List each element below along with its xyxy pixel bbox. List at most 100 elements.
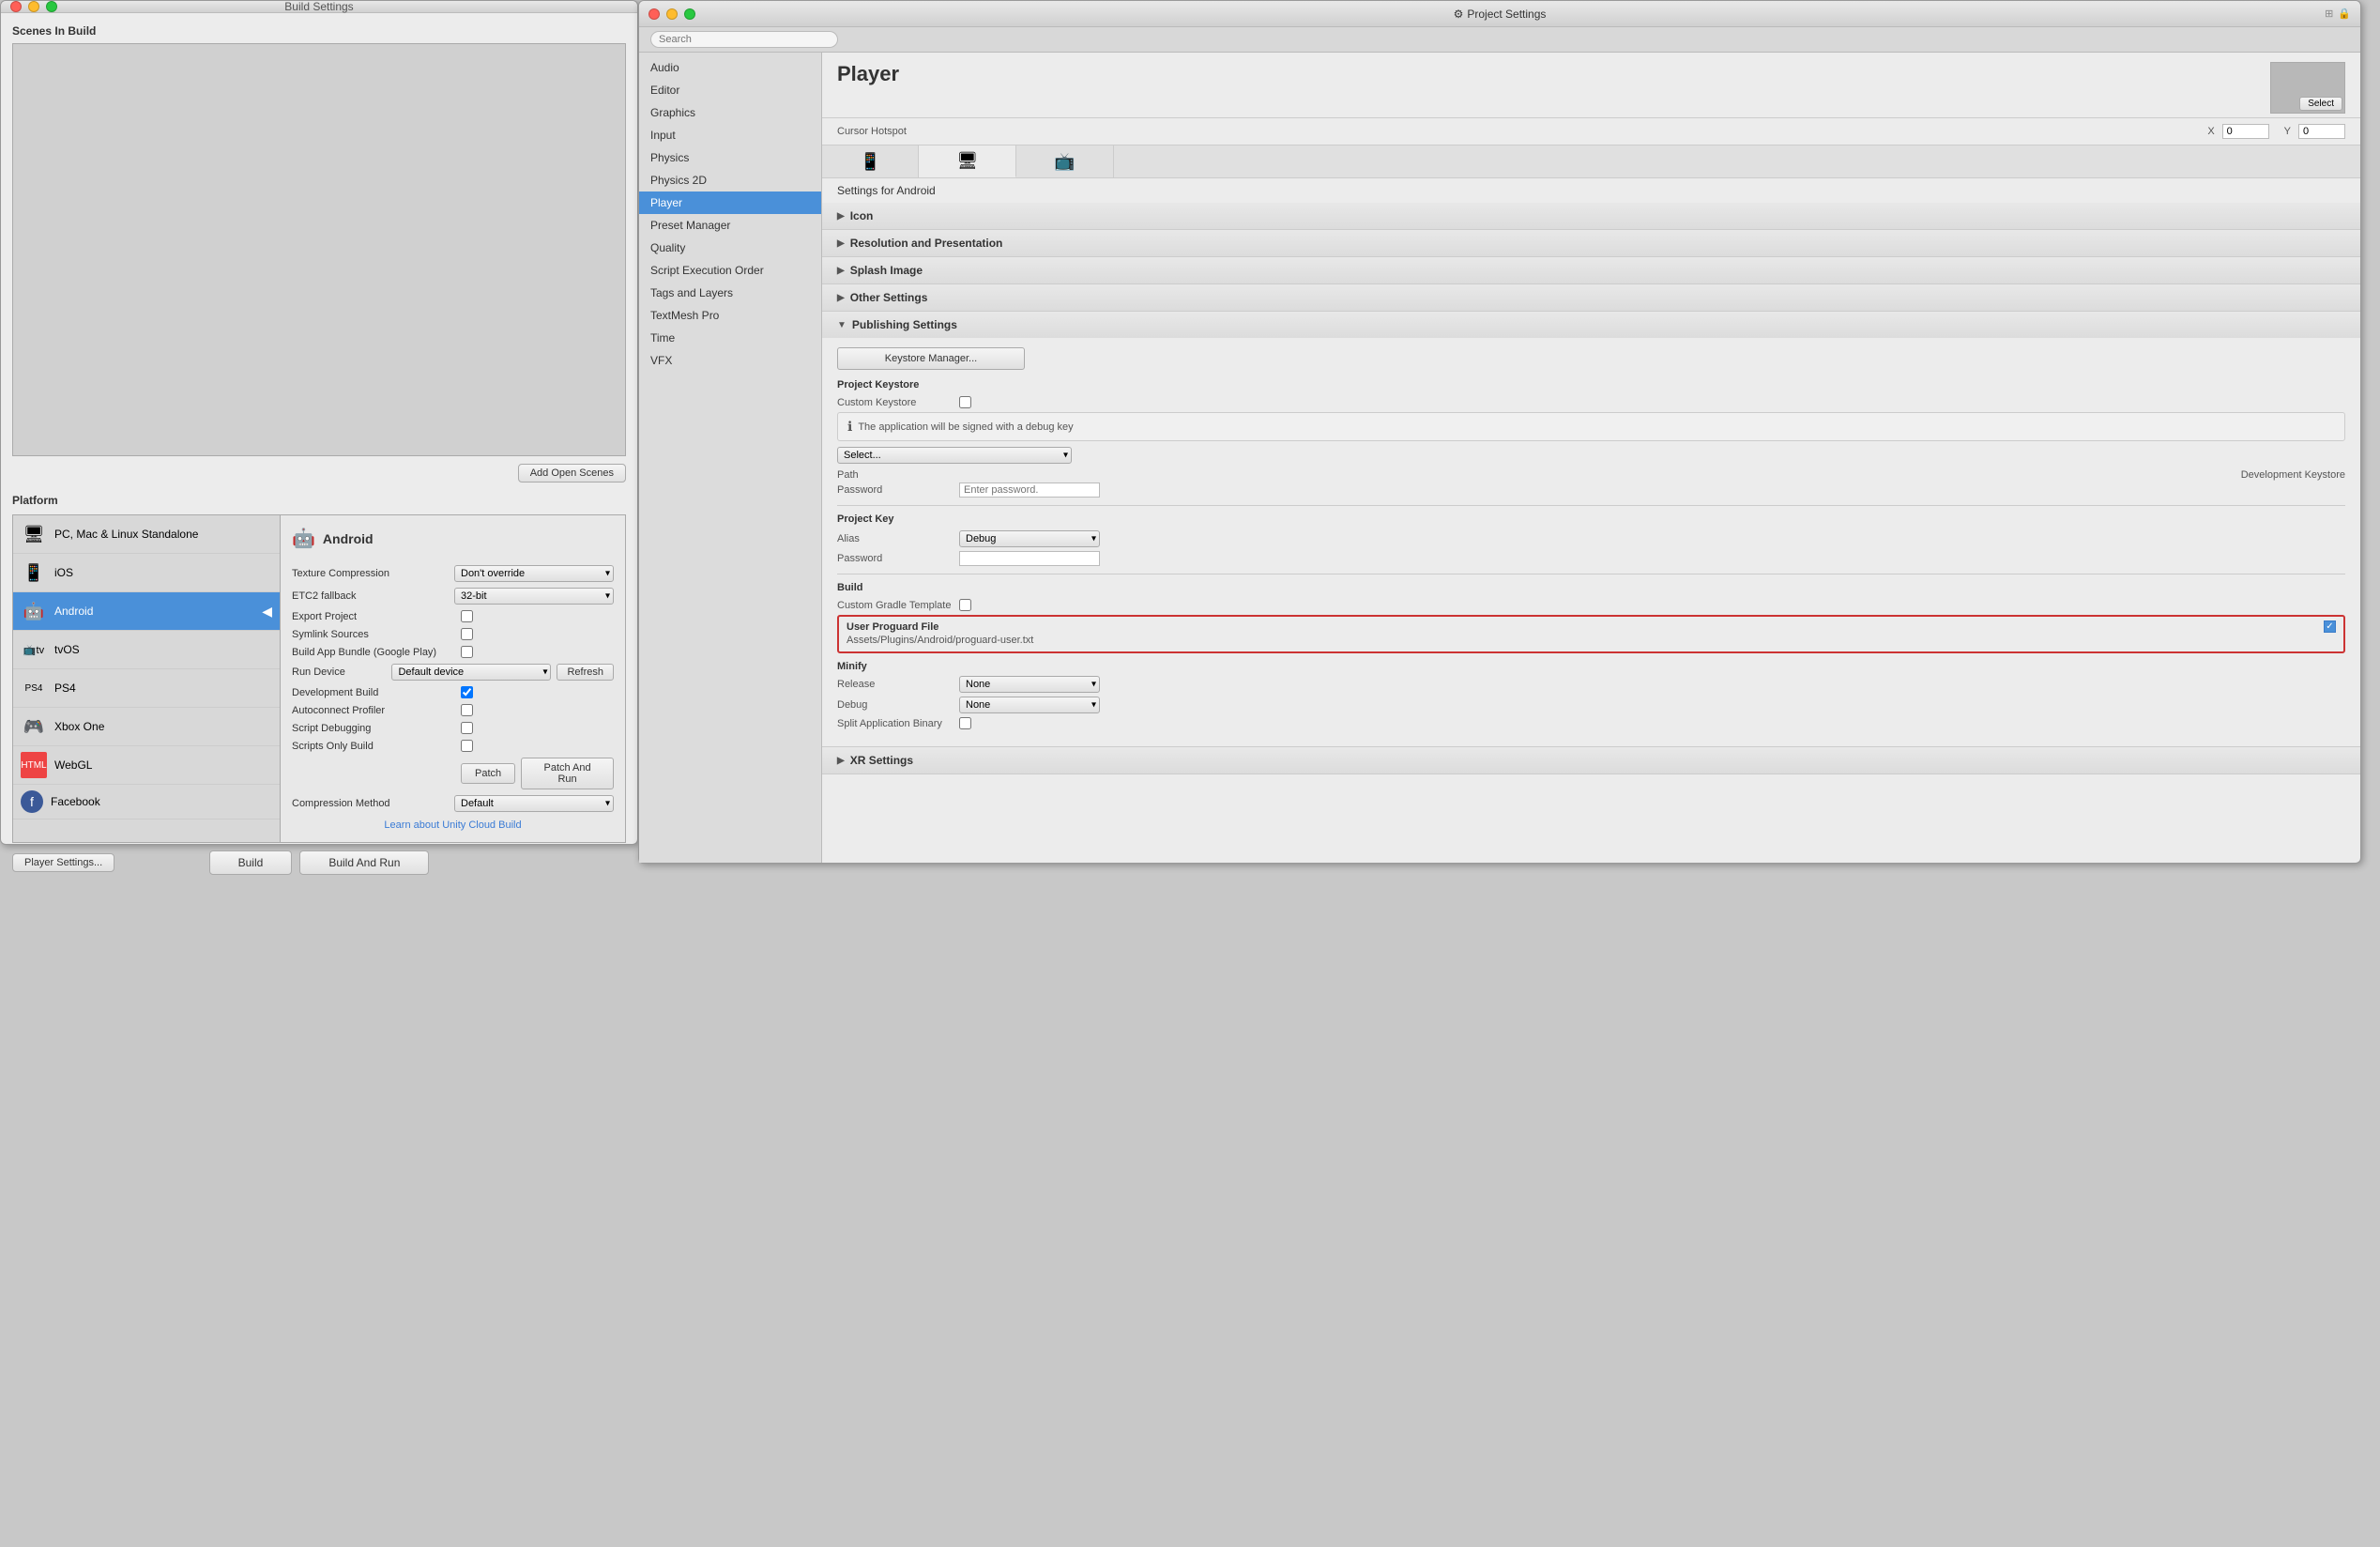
- build-and-run-button[interactable]: Build And Run: [299, 850, 429, 875]
- xbox-label: Xbox One: [54, 720, 104, 733]
- icon-collapse-header[interactable]: ▶ Icon: [822, 203, 2360, 229]
- ps-minimize-button[interactable]: [666, 8, 678, 20]
- proguard-path: Assets/Plugins/Android/proguard-user.txt: [847, 633, 2336, 648]
- nav-item-editor[interactable]: Editor: [639, 79, 821, 101]
- tab-mobile[interactable]: 📱: [822, 146, 919, 177]
- run-device-select[interactable]: Default device: [391, 664, 551, 681]
- custom-keystore-checkbox[interactable]: [959, 396, 971, 408]
- minimize-button[interactable]: [28, 1, 39, 12]
- nav-item-preset-manager[interactable]: Preset Manager: [639, 214, 821, 237]
- build-app-bundle-checkbox[interactable]: [461, 646, 473, 658]
- minify-title: Minify: [837, 661, 2345, 672]
- patch-button[interactable]: Patch: [461, 763, 515, 784]
- keystore-dropdown[interactable]: Select...: [837, 447, 1072, 464]
- splash-collapse-header[interactable]: ▶ Splash Image: [822, 257, 2360, 283]
- nav-item-input[interactable]: Input: [639, 124, 821, 146]
- other-settings-collapse-header[interactable]: ▶ Other Settings: [822, 284, 2360, 311]
- cloud-build-link[interactable]: Learn about Unity Cloud Build: [292, 819, 614, 831]
- maximize-button[interactable]: [46, 1, 57, 12]
- project-key-title: Project Key: [837, 513, 2345, 525]
- development-build-row: Development Build: [292, 686, 614, 698]
- autoconnect-profiler-checkbox[interactable]: [461, 704, 473, 716]
- tab-tablet[interactable]: 🖥: [919, 146, 1016, 177]
- nav-item-player[interactable]: Player: [639, 191, 821, 214]
- ps-player-header: Player Select: [822, 53, 2360, 118]
- platform-item-facebook[interactable]: f Facebook: [13, 785, 280, 819]
- etc2-fallback-select[interactable]: 32-bit: [454, 588, 614, 605]
- publishing-collapse-header[interactable]: ▼ Publishing Settings: [822, 312, 2360, 338]
- x-input[interactable]: [2222, 124, 2269, 139]
- nav-item-time[interactable]: Time: [639, 327, 821, 349]
- tab-tv[interactable]: 📺: [1016, 146, 1113, 177]
- icon-collapse-arrow: ▶: [837, 211, 845, 222]
- split-app-binary-checkbox[interactable]: [959, 717, 971, 729]
- proguard-checkbox[interactable]: ✓: [2324, 620, 2336, 633]
- platform-item-xbox[interactable]: 🎮 Xbox One: [13, 708, 280, 746]
- ps-search-input[interactable]: [650, 31, 838, 48]
- build-settings-content: Scenes In Build Add Open Scenes Platform…: [1, 13, 637, 886]
- development-build-checkbox[interactable]: [461, 686, 473, 698]
- ps-close-button[interactable]: [648, 8, 660, 20]
- custom-gradle-checkbox[interactable]: [959, 599, 971, 611]
- build-button[interactable]: Build: [209, 850, 293, 875]
- xr-settings-collapse-header[interactable]: ▶ XR Settings: [822, 747, 2360, 774]
- minify-debug-select[interactable]: None: [959, 697, 1100, 713]
- symlink-sources-checkbox[interactable]: [461, 628, 473, 640]
- nav-item-quality[interactable]: Quality: [639, 237, 821, 259]
- refresh-button[interactable]: Refresh: [557, 664, 614, 681]
- build-section-title: Build: [837, 582, 2345, 593]
- texture-compression-select[interactable]: Don't override: [454, 565, 614, 582]
- ps-scrollable-content: ▶ Icon ▶ Resolution and Presentation ▶ S: [822, 203, 2360, 863]
- close-button[interactable]: [10, 1, 22, 12]
- webgl-label: WebGL: [54, 758, 92, 772]
- patch-row: Patch Patch And Run: [461, 758, 614, 789]
- nav-item-textmesh-pro[interactable]: TextMesh Pro: [639, 304, 821, 327]
- export-project-checkbox[interactable]: [461, 610, 473, 622]
- select-button[interactable]: Select: [2299, 97, 2342, 111]
- split-app-binary-label: Split Application Binary: [837, 718, 959, 729]
- add-open-scenes-button[interactable]: Add Open Scenes: [518, 464, 626, 482]
- minify-debug-label: Debug: [837, 699, 959, 711]
- patch-and-run-button[interactable]: Patch And Run: [521, 758, 614, 789]
- icon-section-label: Icon: [850, 209, 874, 222]
- minify-release-select[interactable]: None: [959, 676, 1100, 693]
- alias-dropdown[interactable]: Debug: [959, 530, 1100, 547]
- nav-item-physics2d[interactable]: Physics 2D: [639, 169, 821, 191]
- debug-key-notice: ℹ The application will be signed with a …: [837, 412, 2345, 441]
- player-settings-button[interactable]: Player Settings...: [12, 853, 114, 872]
- add-open-scenes-row: Add Open Scenes: [12, 464, 626, 482]
- minify-release-row: Release None: [837, 676, 2345, 693]
- nav-item-audio[interactable]: Audio: [639, 56, 821, 79]
- compression-method-label: Compression Method: [292, 798, 454, 809]
- keystore-select-outer: Select...: [837, 447, 1072, 464]
- compression-method-select[interactable]: Default: [454, 795, 614, 812]
- password-input-2[interactable]: [959, 551, 1100, 566]
- platform-item-tvos[interactable]: 📺tv tvOS: [13, 631, 280, 669]
- platform-label: Platform: [12, 494, 626, 507]
- nav-item-tags-layers[interactable]: Tags and Layers: [639, 282, 821, 304]
- y-input[interactable]: [2298, 124, 2345, 139]
- scripts-only-build-checkbox[interactable]: [461, 740, 473, 752]
- platform-item-webgl[interactable]: HTML WebGL: [13, 746, 280, 785]
- platform-item-ios[interactable]: 📱 iOS: [13, 554, 280, 592]
- publishing-section-label: Publishing Settings: [852, 318, 957, 331]
- nav-item-vfx[interactable]: VFX: [639, 349, 821, 372]
- minify-release-label: Release: [837, 679, 959, 690]
- nav-item-physics[interactable]: Physics: [639, 146, 821, 169]
- resolution-collapse-header[interactable]: ▶ Resolution and Presentation: [822, 230, 2360, 256]
- ps-maximize-button[interactable]: [684, 8, 695, 20]
- platform-item-ps4[interactable]: PS4 PS4: [13, 669, 280, 708]
- nav-item-graphics[interactable]: Graphics: [639, 101, 821, 124]
- script-debugging-checkbox[interactable]: [461, 722, 473, 734]
- platform-item-android[interactable]: 🤖 Android ◀: [13, 592, 280, 631]
- other-settings-section: ▶ Other Settings: [822, 284, 2360, 312]
- platform-item-pc[interactable]: 🖥 PC, Mac & Linux Standalone: [13, 515, 280, 554]
- password-input[interactable]: [959, 482, 1100, 498]
- ps-icon-preview: Select: [2270, 62, 2345, 114]
- x-label: X: [2207, 126, 2214, 137]
- password-label-2: Password: [837, 553, 959, 564]
- nav-item-script-execution[interactable]: Script Execution Order: [639, 259, 821, 282]
- android-icon: 🤖: [21, 598, 47, 624]
- symlink-sources-label: Symlink Sources: [292, 629, 461, 640]
- keystore-manager-button[interactable]: Keystore Manager...: [837, 347, 1025, 370]
